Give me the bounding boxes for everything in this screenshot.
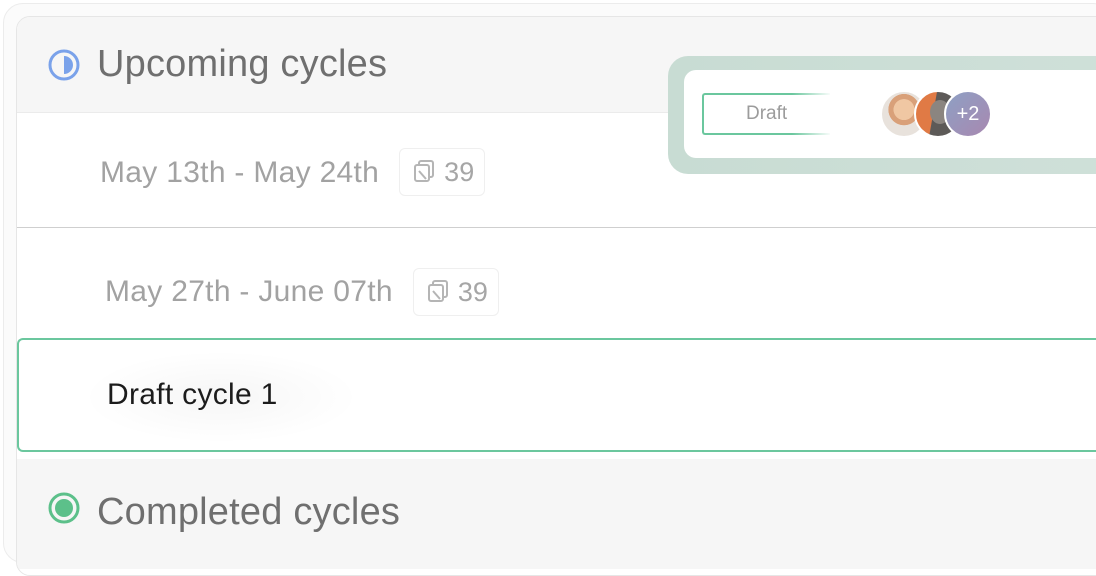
draft-cycle-title: Draft cycle 1 xyxy=(107,378,278,411)
issue-count-badge: 39 xyxy=(399,148,486,196)
cycle-popover: Draft +2 xyxy=(684,70,1096,158)
issues-stack-icon xyxy=(414,160,435,182)
cycle-row[interactable]: May 27th - June 07th 39 xyxy=(17,229,1096,337)
completed-cycles-title: Completed cycles xyxy=(97,491,401,533)
draft-status-label: Draft xyxy=(746,103,788,124)
more-members-avatar[interactable]: +2 xyxy=(944,90,992,138)
issue-count: 39 xyxy=(444,156,475,187)
issues-stack-icon xyxy=(427,280,448,302)
completed-cycles-header[interactable]: Completed cycles xyxy=(17,459,1096,569)
issue-count-badge: 39 xyxy=(412,268,499,316)
completed-status-icon xyxy=(48,492,80,524)
cycle-date-range: May 27th - June 07th xyxy=(105,275,393,308)
upcoming-cycles-title: Upcoming cycles xyxy=(97,43,388,85)
cycle-date-range: May 13th - May 24th xyxy=(100,156,380,189)
draft-cycle-row[interactable]: Draft cycle 1 xyxy=(17,338,1096,452)
half-circle-status-icon xyxy=(48,49,80,80)
issue-count: 39 xyxy=(457,276,488,307)
draft-status-pill[interactable]: Draft xyxy=(702,93,832,135)
more-members-count: +2 xyxy=(956,102,980,125)
